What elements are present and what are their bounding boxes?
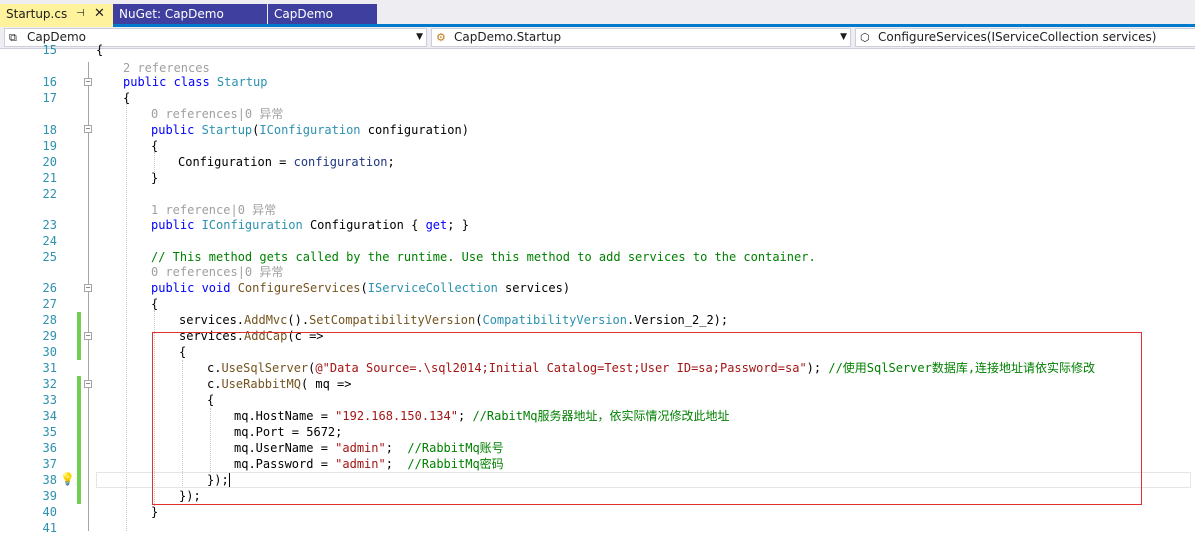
code-text: } bbox=[151, 505, 159, 519]
line-number: 24 bbox=[42, 234, 57, 248]
line-number: 16 bbox=[42, 75, 57, 89]
line-number: 37 bbox=[42, 457, 57, 471]
line-number: 17 bbox=[42, 91, 57, 105]
pin-icon[interactable]: ⊣ bbox=[76, 4, 85, 24]
line-number: 27 bbox=[42, 297, 57, 311]
code-line: 40 } bbox=[0, 504, 1195, 520]
document-tab-strip: Startup.cs ⊣ ✕ NuGet: CapDemo CapDemo bbox=[0, 0, 1195, 27]
code-text: { bbox=[96, 43, 104, 57]
code-line: 41 bbox=[0, 520, 1195, 536]
line-number: 41 bbox=[42, 521, 57, 535]
line-number: 34 bbox=[42, 409, 57, 423]
line-number: 35 bbox=[42, 425, 57, 439]
line-number: 36 bbox=[42, 441, 57, 455]
tab-capdemo[interactable]: CapDemo bbox=[268, 4, 377, 24]
code-line: 18 public Startup(IConfiguration configu… bbox=[0, 122, 1195, 138]
code-text: { bbox=[151, 297, 159, 311]
codelens-references[interactable]: 0 references|0 异常 bbox=[151, 264, 283, 280]
code-line: 24 bbox=[0, 233, 1195, 249]
line-number: 15 bbox=[42, 43, 57, 57]
tab-nuget-capdemo[interactable]: NuGet: CapDemo bbox=[113, 4, 267, 24]
code-line: 19 { bbox=[0, 138, 1195, 154]
code-line: 22 bbox=[0, 186, 1195, 202]
tab-startup-cs[interactable]: Startup.cs ⊣ ✕ bbox=[0, 4, 113, 27]
comment: // This method gets called by the runtim… bbox=[151, 250, 816, 264]
line-number: 32 bbox=[42, 377, 57, 391]
close-icon[interactable]: ✕ bbox=[94, 4, 105, 24]
code-line: 15 { bbox=[0, 42, 1195, 58]
line-number: 18 bbox=[42, 123, 57, 137]
line-number: 30 bbox=[42, 345, 57, 359]
line-number: 19 bbox=[42, 139, 57, 153]
tab-label: NuGet: CapDemo bbox=[119, 7, 224, 21]
line-number: 40 bbox=[42, 505, 57, 519]
line-number: 31 bbox=[42, 361, 57, 375]
line-number: 38 bbox=[42, 473, 57, 487]
code-text: { bbox=[123, 91, 131, 105]
type-name: Startup bbox=[216, 75, 268, 89]
annotation-highlight-box bbox=[152, 332, 1142, 505]
code-line: 17 { bbox=[0, 90, 1195, 106]
line-number: 25 bbox=[42, 250, 57, 264]
code-editor[interactable]: − − − − − 💡 15 { 2 references 16 public … bbox=[0, 43, 1195, 535]
code-line: 28 services.AddMvc().SetCompatibilityVer… bbox=[0, 312, 1195, 328]
code-line: 16 public class Startup bbox=[0, 74, 1195, 90]
code-line: 27 { bbox=[0, 296, 1195, 312]
line-number: 20 bbox=[42, 155, 57, 169]
codelens-references[interactable]: 1 reference|0 异常 bbox=[151, 202, 276, 218]
code-line: 25 // This method gets called by the run… bbox=[0, 249, 1195, 265]
line-number: 29 bbox=[42, 329, 57, 343]
line-number: 23 bbox=[42, 218, 57, 232]
tab-label: Startup.cs bbox=[6, 7, 68, 21]
tab-label: CapDemo bbox=[274, 7, 334, 21]
line-number: 28 bbox=[42, 313, 57, 327]
line-number: 26 bbox=[42, 281, 57, 295]
code-line: 20 Configuration = configuration; bbox=[0, 154, 1195, 170]
code-text: } bbox=[151, 171, 159, 185]
code-line: 21 } bbox=[0, 170, 1195, 186]
line-number: 39 bbox=[42, 489, 57, 503]
line-number: 22 bbox=[42, 187, 57, 201]
keyword: public class bbox=[123, 75, 217, 89]
code-text: { bbox=[151, 139, 159, 153]
line-number: 21 bbox=[42, 171, 57, 185]
codelens-references[interactable]: 0 references|0 异常 bbox=[151, 106, 283, 122]
code-line: 26 public void ConfigureServices(IServic… bbox=[0, 280, 1195, 296]
line-number: 33 bbox=[42, 393, 57, 407]
code-line: 23 public IConfiguration Configuration {… bbox=[0, 217, 1195, 233]
